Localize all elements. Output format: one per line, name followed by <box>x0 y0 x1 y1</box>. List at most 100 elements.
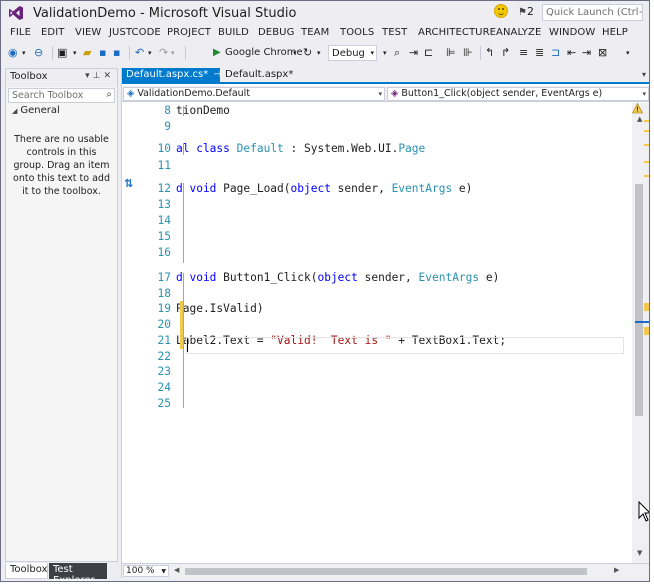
forward-icon[interactable]: ⊖ <box>34 45 43 61</box>
search-icon[interactable]: ⌕ <box>106 89 112 100</box>
find-icon[interactable]: ⌕ <box>394 45 400 61</box>
toolbar-options-icon[interactable]: ▾ <box>626 45 630 61</box>
change-mark <box>644 161 649 163</box>
line-number: 20 <box>157 318 171 331</box>
refresh-icon[interactable]: ↻ <box>303 45 312 61</box>
pin-icon[interactable]: ⊥ <box>93 71 104 81</box>
browser-dropdown-icon[interactable]: ▾ <box>293 45 297 61</box>
unsaved-change-marker <box>180 301 183 349</box>
code-line: 20 <box>122 317 632 333</box>
menu-build[interactable]: BUILD <box>218 27 249 38</box>
scroll-left-icon[interactable]: ◀ <box>174 566 179 574</box>
open-file-icon[interactable]: ▰ <box>83 45 91 61</box>
new-dropdown-icon[interactable]: ▾ <box>73 45 77 61</box>
code-line: 25 <box>122 396 632 412</box>
quick-launch-input[interactable]: Quick Launch (Ctrl+Q) <box>542 4 643 21</box>
tab-toolbox[interactable]: Toolbox <box>5 563 48 579</box>
horizontal-scrollbar-thumb[interactable] <box>185 568 587 575</box>
member-dropdown[interactable]: ◈ Button1_Click(object sender, EventArgs… <box>387 87 649 101</box>
chevron-down-icon: ▾ <box>642 90 646 98</box>
step-into-icon[interactable]: ⇥ <box>409 45 418 61</box>
solution-configuration-select[interactable]: Debug ▾ <box>328 45 377 61</box>
notifications-button[interactable]: ⚑2 <box>518 5 534 18</box>
toolbox-window-buttons[interactable]: ▾⊥✕ <box>85 71 114 81</box>
uncomment-icon[interactable]: ≣ <box>535 45 544 61</box>
redo-dropdown-icon[interactable]: ▾ <box>171 45 175 61</box>
toolbar-separator <box>129 46 130 60</box>
menu-project[interactable]: PROJECT <box>167 27 211 38</box>
menu-tools[interactable]: TOOLS <box>340 27 374 38</box>
save-icon[interactable]: ▪ <box>99 45 106 61</box>
layout-icon[interactable]: ⊪ <box>463 45 473 61</box>
navigate-back-icon[interactable]: ↰ <box>485 45 494 61</box>
next-bookmark-icon[interactable]: ⇥ <box>582 45 591 61</box>
scrollbar-thumb[interactable] <box>635 184 643 416</box>
toolbox-group-label: General <box>20 105 60 116</box>
member-dropdown-value: Button1_Click(object sender, EventArgs e… <box>401 88 603 99</box>
scroll-right-icon[interactable]: ▶ <box>614 566 619 574</box>
toolbox-title: Toolbox <box>10 71 48 82</box>
prev-bookmark-icon[interactable]: ⇤ <box>567 45 576 61</box>
feedback-smiley-icon[interactable] <box>494 4 508 18</box>
visual-studio-window: ValidationDemo - Microsoft Visual Studio… <box>0 0 650 582</box>
back-icon[interactable]: ◉ <box>8 45 18 61</box>
tab-default-aspx[interactable]: Default.aspx* <box>221 68 295 82</box>
dropdown-icon[interactable]: ▾ <box>85 71 93 81</box>
toolbox-search-input[interactable]: Search Toolbox ⌕ <box>8 88 115 103</box>
code-text-area[interactable]: ⇅ 8 tionDemo 9 10 al class Default : Syste… <box>122 103 632 563</box>
vertical-scrollbar[interactable]: ▲ ▼ <box>632 103 649 563</box>
menu-team[interactable]: TEAM <box>301 27 329 38</box>
menu-view[interactable]: VIEW <box>75 27 101 38</box>
line-number: 25 <box>157 397 171 410</box>
menu-help[interactable]: HELP <box>602 27 628 38</box>
align-icon[interactable]: ⊫ <box>446 45 456 61</box>
line-number: 14 <box>157 214 171 227</box>
redo-icon[interactable]: ↷ <box>159 45 168 61</box>
navigate-forward-icon[interactable]: ↱ <box>501 45 510 61</box>
menu-window[interactable]: WINDOW <box>549 27 595 38</box>
undo-icon[interactable]: ↶ <box>135 45 144 61</box>
refresh-dropdown-icon[interactable]: ▾ <box>317 45 321 61</box>
line-number: 18 <box>157 287 171 300</box>
bookmark-icon[interactable]: ⊐ <box>551 45 560 61</box>
menu-justcode[interactable]: JUSTCODE <box>109 27 161 38</box>
editor-bottom-bar: 100 % ▼ ◀ ▶ <box>122 563 649 578</box>
menu-test[interactable]: TEST <box>382 27 407 38</box>
clear-bookmarks-icon[interactable]: ⊠ <box>598 45 607 61</box>
config-more-icon[interactable]: ▾ <box>383 45 387 61</box>
menu-file[interactable]: FILE <box>10 27 31 38</box>
menu-architecture[interactable]: ARCHITECTURE <box>418 27 496 38</box>
notifications-count: 2 <box>526 5 534 18</box>
type-dropdown[interactable]: ◈ ValidationDemo.Default ▾ <box>123 87 385 101</box>
start-debugging-icon[interactable]: ▶ <box>213 45 221 61</box>
tab-test-explorer[interactable]: Test Explorer <box>49 563 107 581</box>
pin-icon[interactable]: ⊣ <box>213 70 221 80</box>
change-mark <box>644 303 649 311</box>
code-line: 16 <box>122 245 632 261</box>
toolbox-group-general[interactable]: ◢ General <box>8 105 115 118</box>
menu-edit[interactable]: EDIT <box>41 27 64 38</box>
outline-guide <box>183 106 184 116</box>
comment-icon[interactable]: ≡ <box>519 45 528 61</box>
zoom-select[interactable]: 100 % ▼ <box>123 565 169 577</box>
toolbar-separator <box>480 46 481 60</box>
line-number: 16 <box>157 246 171 259</box>
tab-overflow-icon[interactable]: ▾ <box>642 70 646 79</box>
code-line: 12 d void Page_Load(object sender, EventA… <box>122 181 632 197</box>
menu-debug[interactable]: DEBUG <box>258 27 294 38</box>
bookmark-toggle-icon[interactable]: ⊏ <box>424 45 433 61</box>
close-icon[interactable]: ✕ <box>103 71 114 81</box>
save-all-icon[interactable]: ▪ <box>113 45 120 61</box>
scroll-down-icon[interactable]: ▼ <box>637 549 642 557</box>
browser-target[interactable]: Google Chrome <box>225 45 303 61</box>
outline-guide <box>183 273 184 408</box>
tab-default-aspx-cs[interactable]: Default.aspx.cs* ⊣ ✕ <box>122 68 234 82</box>
new-project-icon[interactable]: ▣ <box>57 45 67 61</box>
type-dropdown-value: ValidationDemo.Default <box>137 88 251 99</box>
scroll-up-icon[interactable]: ▲ <box>637 115 642 123</box>
menu-analyze[interactable]: ANALYZE <box>496 27 541 38</box>
chevron-down-icon: ▼ <box>161 568 166 575</box>
warning-icon[interactable] <box>632 103 643 114</box>
back-dropdown-icon[interactable]: ▾ <box>22 45 26 61</box>
undo-dropdown-icon[interactable]: ▾ <box>148 45 152 61</box>
